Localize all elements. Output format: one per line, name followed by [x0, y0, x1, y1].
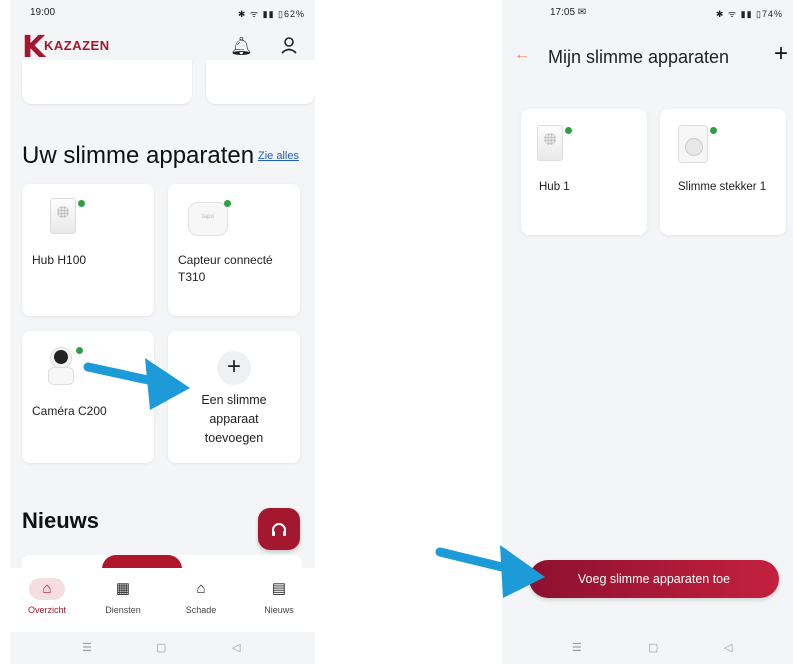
brand-mark: tapo: [202, 214, 214, 220]
smart-plug-icon: [678, 125, 708, 163]
online-status-dot: [78, 200, 85, 207]
recent-apps-button[interactable]: ☰: [572, 641, 582, 654]
news-card[interactable]: [22, 555, 302, 569]
nav-nieuws[interactable]: ▤ Nieuws: [244, 578, 314, 615]
device-card-hub[interactable]: Hub 1: [521, 109, 647, 235]
add-smart-devices-button[interactable]: Voeg slimme apparaten toe: [529, 560, 779, 598]
nav-overzicht[interactable]: ⌂ Overzicht: [12, 578, 82, 615]
headset-icon: [270, 519, 288, 539]
system-navigation: ☰ ▢ ◁: [502, 632, 793, 664]
camera-icon: [48, 347, 74, 387]
add-device-label: Een slimme apparaat toevoegen: [201, 393, 267, 445]
add-device-card[interactable]: + Een slimme apparaat toevoegen: [168, 331, 300, 463]
overview-card[interactable]: [206, 60, 315, 104]
nav-label: Schade: [185, 605, 217, 615]
user-icon[interactable]: [280, 36, 298, 59]
bell-icon[interactable]: 🔔︎: [230, 36, 253, 57]
nav-label: Overzicht: [27, 605, 66, 615]
sensor-icon: tapo: [188, 202, 228, 236]
nav-label: Diensten: [105, 605, 141, 615]
news-section-title: Nieuws: [22, 508, 100, 533]
status-bar: 17:05 ✉ ✱ ᯤ ▮▮ ▯74%: [502, 0, 793, 26]
page-title: Mijn slimme apparaten: [548, 47, 730, 67]
system-navigation: ☰ ▢ ◁: [10, 632, 315, 664]
section-title: Uw slimme apparaten: [22, 142, 255, 169]
device-name: Slimme stekker 1: [678, 181, 767, 193]
nav-diensten[interactable]: ▦ Diensten: [88, 578, 158, 615]
online-status-dot: [710, 127, 717, 134]
add-device-plus-icon[interactable]: +: [774, 40, 788, 68]
store-icon: ▦: [115, 580, 131, 597]
nav-schade[interactable]: ⌂ Schade: [166, 578, 236, 615]
plus-icon: +: [217, 351, 251, 385]
status-time: 17:05 ✉: [550, 7, 587, 18]
see-all-link[interactable]: Zie alles: [258, 150, 299, 162]
device-card-sensor[interactable]: tapo Capteur connecté T310: [168, 184, 300, 316]
online-status-dot: [76, 347, 83, 354]
nav-label: Nieuws: [264, 605, 294, 615]
online-status-dot: [224, 200, 231, 207]
support-button[interactable]: [258, 508, 300, 550]
home-icon: ⌂: [29, 578, 65, 600]
system-home-button[interactable]: ▢: [648, 641, 658, 654]
status-icons: ✱ ᯤ ▮▮ ▯74%: [715, 9, 783, 19]
hub-icon: [537, 125, 563, 161]
status-time: 19:00: [30, 7, 56, 18]
hub-icon: [50, 198, 76, 234]
system-back-button[interactable]: ◁: [724, 641, 732, 654]
device-card-hub[interactable]: Hub H100: [22, 184, 154, 316]
overview-card[interactable]: [22, 60, 192, 104]
status-icons: ✱ ᯤ ▮▮ ▯62%: [237, 9, 305, 19]
device-name: Capteur connecté T310: [178, 253, 273, 284]
system-back-button[interactable]: ◁: [232, 641, 240, 654]
status-bar: 19:00 ✱ ᯤ ▮▮ ▯62%: [10, 0, 315, 26]
device-card-camera[interactable]: Caméra C200: [22, 331, 154, 463]
device-name: Caméra C200: [32, 404, 107, 418]
back-arrow-icon[interactable]: ←: [514, 46, 530, 64]
device-card-plug[interactable]: Slimme stekker 1: [660, 109, 786, 235]
newspaper-icon: ▤: [271, 580, 287, 597]
online-status-dot: [565, 127, 572, 134]
recent-apps-button[interactable]: ☰: [82, 641, 92, 654]
page-header: ← Mijn slimme apparaten +: [502, 26, 793, 86]
system-home-button[interactable]: ▢: [156, 641, 166, 654]
left-phone-screen: 19:00 ✱ ᯤ ▮▮ ▯62% K KAZAZEN 🔔︎ Uw slimme…: [10, 0, 315, 664]
device-name: Hub 1: [539, 181, 570, 193]
bottom-navigation: ⌂ Overzicht ▦ Diensten ⌂ Schade ▤ Nieuws: [10, 568, 315, 632]
logo-text: KAZAZEN: [44, 38, 110, 53]
device-name: Hub H100: [32, 253, 87, 267]
right-phone-screen: 17:05 ✉ ✱ ᯤ ▮▮ ▯74% ← Mijn slimme appara…: [502, 0, 793, 664]
house-damage-icon: ⌂: [196, 580, 206, 597]
